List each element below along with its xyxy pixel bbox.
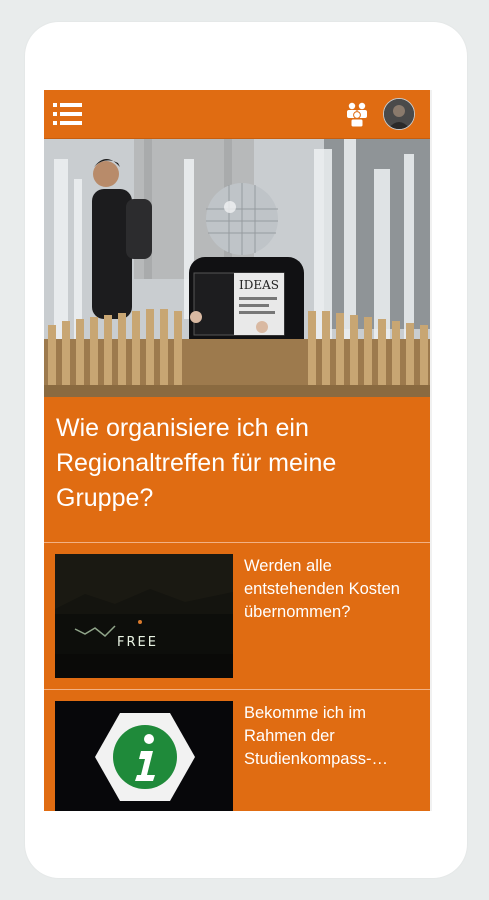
vertical-scrollbar[interactable]: ▲ ▼ (430, 90, 432, 811)
article-card-1[interactable]: FREE Werden alle entstehenden Kosten übe… (44, 543, 430, 689)
hero-title[interactable]: Wie organisiere ich ein Regionaltreffen … (56, 411, 416, 516)
hamburger-menu-icon[interactable] (53, 102, 83, 126)
scroll-content[interactable]: IDEAS Wie organisiere ich ein Regionaltr… (44, 90, 430, 811)
magazine-title: IDEAS (239, 278, 279, 292)
scroll-down-icon[interactable]: ▼ (430, 797, 432, 811)
groups-icon[interactable] (343, 100, 371, 128)
light-painting-text: FREE (117, 635, 158, 650)
article-1-title[interactable]: Werden alle entstehenden Kosten übernomm… (244, 555, 430, 624)
app-screen: IDEAS Wie organisiere ich ein Regionaltr… (44, 90, 432, 811)
article-2-image[interactable] (55, 701, 233, 811)
hero-image[interactable]: IDEAS (44, 139, 430, 397)
scroll-up-icon[interactable]: ▲ (430, 90, 432, 104)
hero-title-box[interactable]: Wie organisiere ich ein Regionaltreffen … (44, 397, 430, 542)
article-2-title[interactable]: Bekomme ich im Rahmen der Studienkompass… (244, 702, 430, 771)
top-bar (44, 90, 430, 139)
article-card-2[interactable]: Bekomme ich im Rahmen der Studienkompass… (44, 690, 430, 811)
article-1-image[interactable]: FREE (55, 554, 233, 678)
user-avatar[interactable] (383, 98, 415, 130)
